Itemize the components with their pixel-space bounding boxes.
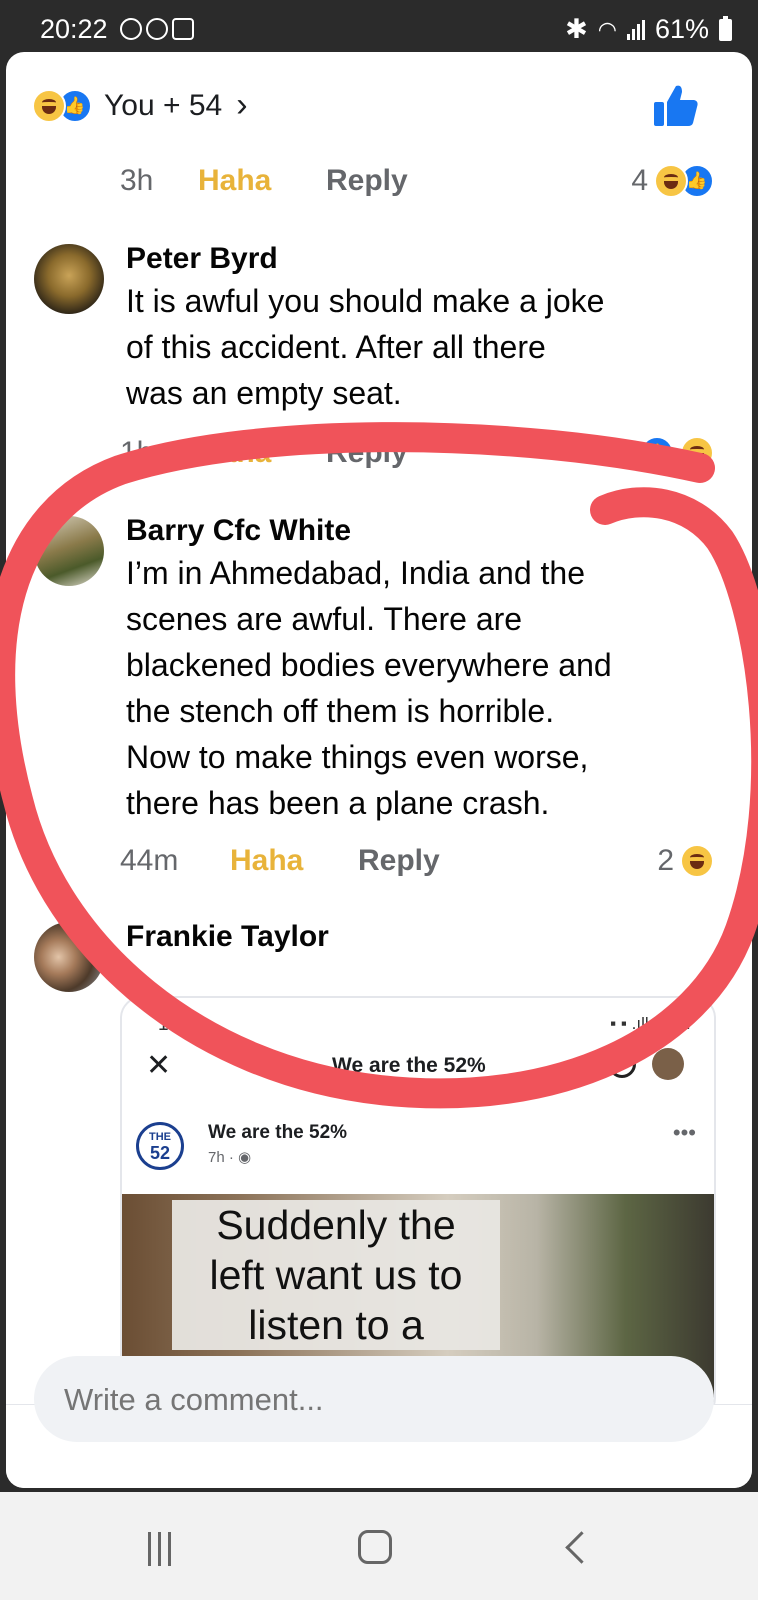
haha-icon: [680, 436, 714, 470]
comment-line: scenes are awful. There are: [126, 601, 523, 637]
system-navigation-bar: [0, 1492, 758, 1600]
page-logo: THE 52: [136, 1122, 184, 1170]
embedded-status-time: 18:23: [158, 1014, 206, 1035]
caption-line: left want us to: [209, 1252, 463, 1298]
embedded-title: We are the 52%: [332, 1054, 486, 1077]
reply-button[interactable]: Reply: [358, 844, 440, 878]
reply-button[interactable]: Reply: [326, 436, 408, 470]
comment-actions: 1h Haha Reply: [120, 436, 408, 470]
reaction-count-number: 4: [631, 164, 648, 197]
embedded-post-time: 7h · ◉: [208, 1149, 252, 1166]
image-caption: Suddenly the left want us to listen to a: [172, 1200, 500, 1350]
reaction-count[interactable]: 2: [657, 844, 714, 878]
signal-icon: [626, 19, 645, 40]
comment-time: 44m: [120, 844, 179, 877]
haha-reaction-button[interactable]: Haha: [198, 164, 326, 198]
status-right: ✱ ◠ 61%: [565, 14, 732, 45]
comment-line: I’m in Ahmedabad, India and the: [126, 555, 585, 591]
haha-reaction-button[interactable]: Haha: [230, 844, 358, 878]
reactions-label: You + 54: [104, 88, 223, 122]
avatar[interactable]: [34, 244, 104, 314]
like-icon: 👍: [640, 436, 674, 470]
reaction-count-number: 2: [657, 844, 674, 877]
comment-line: the stench off them is horrible.: [126, 693, 555, 729]
comment-author[interactable]: Frankie Taylor: [126, 920, 329, 954]
status-bar: 20:22 ✱ ◠ 61%: [0, 0, 758, 58]
close-icon: ✕: [146, 1049, 172, 1082]
comment-author[interactable]: Peter Byrd: [126, 242, 278, 276]
bluetooth-icon: ✱: [565, 14, 588, 44]
haha-reaction-button[interactable]: Haha: [198, 436, 326, 470]
embedded-avatar: [652, 1048, 684, 1080]
comment-input[interactable]: [34, 1356, 686, 1444]
comment-line: It is awful you should make a joke: [126, 283, 605, 319]
reply-button[interactable]: Reply: [326, 164, 408, 198]
comment-composer: [34, 1356, 714, 1444]
comment-actions: 44m Haha Reply: [120, 844, 440, 878]
comment-actions: 3h Haha Reply: [120, 164, 408, 198]
logo-bottom-text: 52: [149, 1143, 171, 1163]
caption-line: Suddenly the: [216, 1202, 456, 1248]
comment-time: 1h: [120, 436, 154, 469]
gallery-icon: [172, 18, 194, 40]
haha-icon: [654, 164, 688, 198]
reactions-summary[interactable]: 👍 You + 54 ›: [32, 86, 248, 125]
comment-line: there has been a plane crash.: [126, 785, 550, 821]
embedded-battery: 47: [675, 1014, 694, 1033]
search-icon: [608, 1050, 636, 1078]
recent-apps-button[interactable]: [148, 1532, 171, 1566]
avatar[interactable]: [34, 516, 104, 586]
reaction-count[interactable]: 4 👍: [631, 164, 714, 198]
haha-icon: [32, 88, 66, 123]
haha-icon: [680, 844, 714, 878]
post-time-text: 7h ·: [208, 1149, 239, 1166]
chevron-right-icon: ›: [236, 86, 248, 124]
comment-line: Now to make things even worse,: [126, 739, 589, 775]
home-button[interactable]: [358, 1530, 392, 1564]
comment-time: 3h: [120, 164, 154, 197]
battery-icon: [719, 15, 732, 41]
notification-icons: [120, 18, 194, 40]
comments-sheet: 👍 You + 54 › 3h Haha Reply 4 👍 Peter Byr…: [6, 52, 752, 1488]
comment-line: was an empty seat.: [126, 375, 402, 411]
reaction-count[interactable]: 👍: [640, 436, 714, 470]
like-button[interactable]: [652, 82, 700, 130]
messenger-icon: [146, 18, 168, 40]
comment-author[interactable]: Barry Cfc White: [126, 514, 351, 548]
comment-line: blackened bodies everywhere and: [126, 647, 612, 683]
comment-text: I’m in Ahmedabad, India and the scenes a…: [126, 550, 726, 826]
embedded-status-right: ▪ ▪ .ıll .ıll 47: [610, 1014, 694, 1033]
caption-line: listen to a: [248, 1302, 424, 1348]
comment-line: of this accident. After all there: [126, 329, 546, 365]
back-button[interactable]: [565, 1531, 598, 1564]
wifi-icon: ◠: [597, 16, 617, 42]
embedded-page-name: We are the 52%: [208, 1122, 348, 1143]
avatar[interactable]: [34, 922, 104, 992]
logo-top-text: THE: [149, 1131, 171, 1143]
battery-percent: 61%: [654, 14, 709, 44]
status-time: 20:22: [40, 14, 108, 44]
cloud-icon: [120, 18, 142, 40]
more-icon: •••: [672, 1120, 696, 1145]
comment-text: It is awful you should make a joke of th…: [126, 278, 726, 416]
